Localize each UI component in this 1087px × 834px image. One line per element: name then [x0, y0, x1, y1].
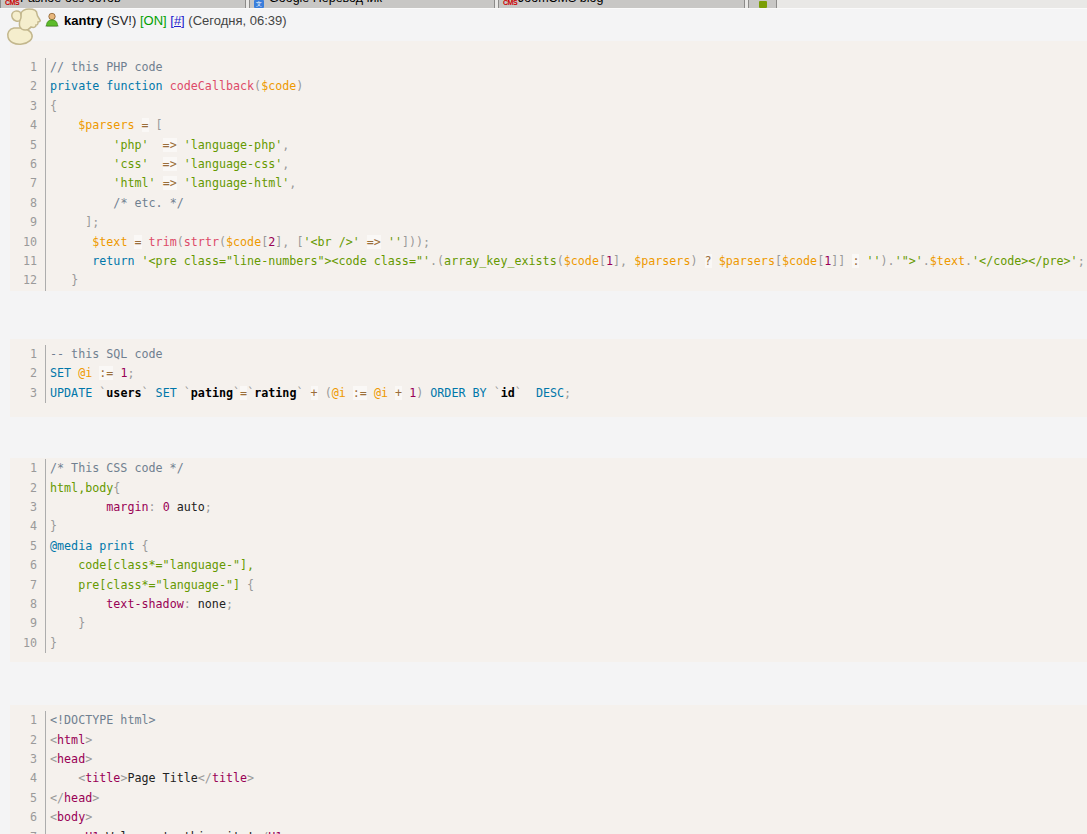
line-number: 8 [10, 595, 46, 614]
code-line: 5 'php' => 'language-php', [10, 136, 1087, 155]
line-number: 4 [10, 769, 46, 788]
line-number: 4 [10, 517, 46, 536]
line-number: 1 [10, 345, 46, 364]
code-line: 4 <title>Page Title</title> [10, 769, 1087, 788]
code-line: 3 margin: 0 auto; [10, 498, 1087, 517]
green-favicon [759, 1, 767, 8]
line-number: 2 [10, 731, 46, 750]
line-number: 5 [10, 136, 46, 155]
post-anchor-link[interactable]: [#] [170, 13, 184, 28]
post-timestamp: (Сегодня, 06:39) [188, 13, 286, 28]
line-number: 2 [10, 479, 46, 498]
code-line: 1-- this SQL code [10, 345, 1087, 364]
line-number: 6 [10, 808, 46, 827]
code-line: 1/* This CSS code */ [10, 459, 1087, 478]
line-number: 2 [10, 77, 46, 96]
cms-favicon: CMS [503, 0, 514, 9]
code-line: 1// this PHP code [10, 58, 1087, 77]
line-number: 11 [10, 252, 46, 271]
tab-title: Разное без ботов [20, 0, 121, 5]
code-line: 4 $parsers = [ [10, 116, 1087, 135]
code-line: 5</head> [10, 789, 1087, 808]
line-number: 1 [10, 459, 46, 478]
code-line: 3{ [10, 97, 1087, 116]
code-line: 5@media print { [10, 537, 1087, 556]
code-line: 9 ]; [10, 213, 1087, 232]
line-number: 6 [10, 556, 46, 575]
line-number: 7 [10, 828, 46, 834]
line-number: 3 [10, 498, 46, 517]
code-line: 6 'css' => 'language-css', [10, 155, 1087, 174]
code-line: 7 <H1>Welcome to this site!</H1> [10, 828, 1087, 834]
browser-tab[interactable] [748, 0, 777, 9]
line-number: 3 [10, 97, 46, 116]
code-line: 2SET @i := 1; [10, 364, 1087, 383]
code-line: 4} [10, 517, 1087, 536]
line-number: 5 [10, 789, 46, 808]
code-line: 12 } [10, 271, 1087, 290]
tab-title: JoomCMS blog [518, 0, 603, 5]
code-line: 10 $text = trim(strtr($code[2], ['<br />… [10, 233, 1087, 252]
line-number: 1 [10, 711, 46, 730]
line-number: 3 [10, 384, 46, 403]
line-number: 9 [10, 213, 46, 232]
line-number: 10 [10, 634, 46, 653]
code-line: 2<html> [10, 731, 1087, 750]
code-line: 9 } [10, 614, 1087, 633]
line-number: 6 [10, 155, 46, 174]
line-number: 2 [10, 364, 46, 383]
online-status: [ON] [140, 13, 167, 28]
code-line: 10} [10, 634, 1087, 653]
avatar-icon [44, 12, 60, 28]
post-body: 1// this PHP code2private function codeC… [0, 41, 1087, 834]
code-line: 3<head> [10, 750, 1087, 769]
code-block-css: 1/* This CSS code */2html,body{3 margin:… [10, 458, 1087, 662]
code-line: 3UPDATE `users` SET `pating`=`rating` + … [10, 384, 1087, 403]
browser-tab[interactable]: CMS JoomCMS blog [498, 0, 745, 9]
line-number: 10 [10, 233, 46, 252]
line-number: 12 [10, 271, 46, 290]
line-number: 7 [10, 174, 46, 193]
line-number: 1 [10, 58, 46, 77]
tab-title: Google Переводчик [269, 0, 382, 5]
browser-tab-bar: CMS Разное без ботов 文 Google Переводчик CMS… [0, 0, 1087, 9]
code-line: 8 text-shadow: none; [10, 595, 1087, 614]
code-block-html: 1<!DOCTYPE html>2<html>3<head>4 <title>P… [10, 705, 1087, 834]
line-number: 3 [10, 750, 46, 769]
post-author[interactable]: kantry [64, 13, 103, 28]
author-suffix: (SV!) [107, 13, 137, 28]
code-line: 6<body> [10, 808, 1087, 827]
code-line: 8 /* etc. */ [10, 194, 1087, 213]
browser-tab[interactable]: 文 Google Переводчик [249, 0, 495, 9]
hands-icon [5, 6, 41, 46]
line-number: 9 [10, 614, 46, 633]
code-block-php: 1// this PHP code2private function codeC… [10, 41, 1087, 291]
translate-favicon: 文 [254, 0, 264, 8]
line-number: 5 [10, 537, 46, 556]
code-line: 7 pre[class*="language-"] { [10, 576, 1087, 595]
code-line: 11 return '<pre class="line-numbers"><co… [10, 252, 1087, 271]
code-line: 2html,body{ [10, 479, 1087, 498]
line-number: 8 [10, 194, 46, 213]
code-block-sql: 1-- this SQL code2SET @i := 1;3UPDATE `u… [10, 339, 1087, 417]
code-line: 7 'html' => 'language-html', [10, 174, 1087, 193]
code-line: 2private function codeCallback($code) [10, 77, 1087, 96]
post-header: kantry (SV!) [ON] [#] (Сегодня, 06:39) [0, 9, 1087, 41]
line-number: 4 [10, 116, 46, 135]
code-line: 1<!DOCTYPE html> [10, 711, 1087, 730]
code-line: 6 code[class*="language-"], [10, 556, 1087, 575]
line-number: 7 [10, 576, 46, 595]
